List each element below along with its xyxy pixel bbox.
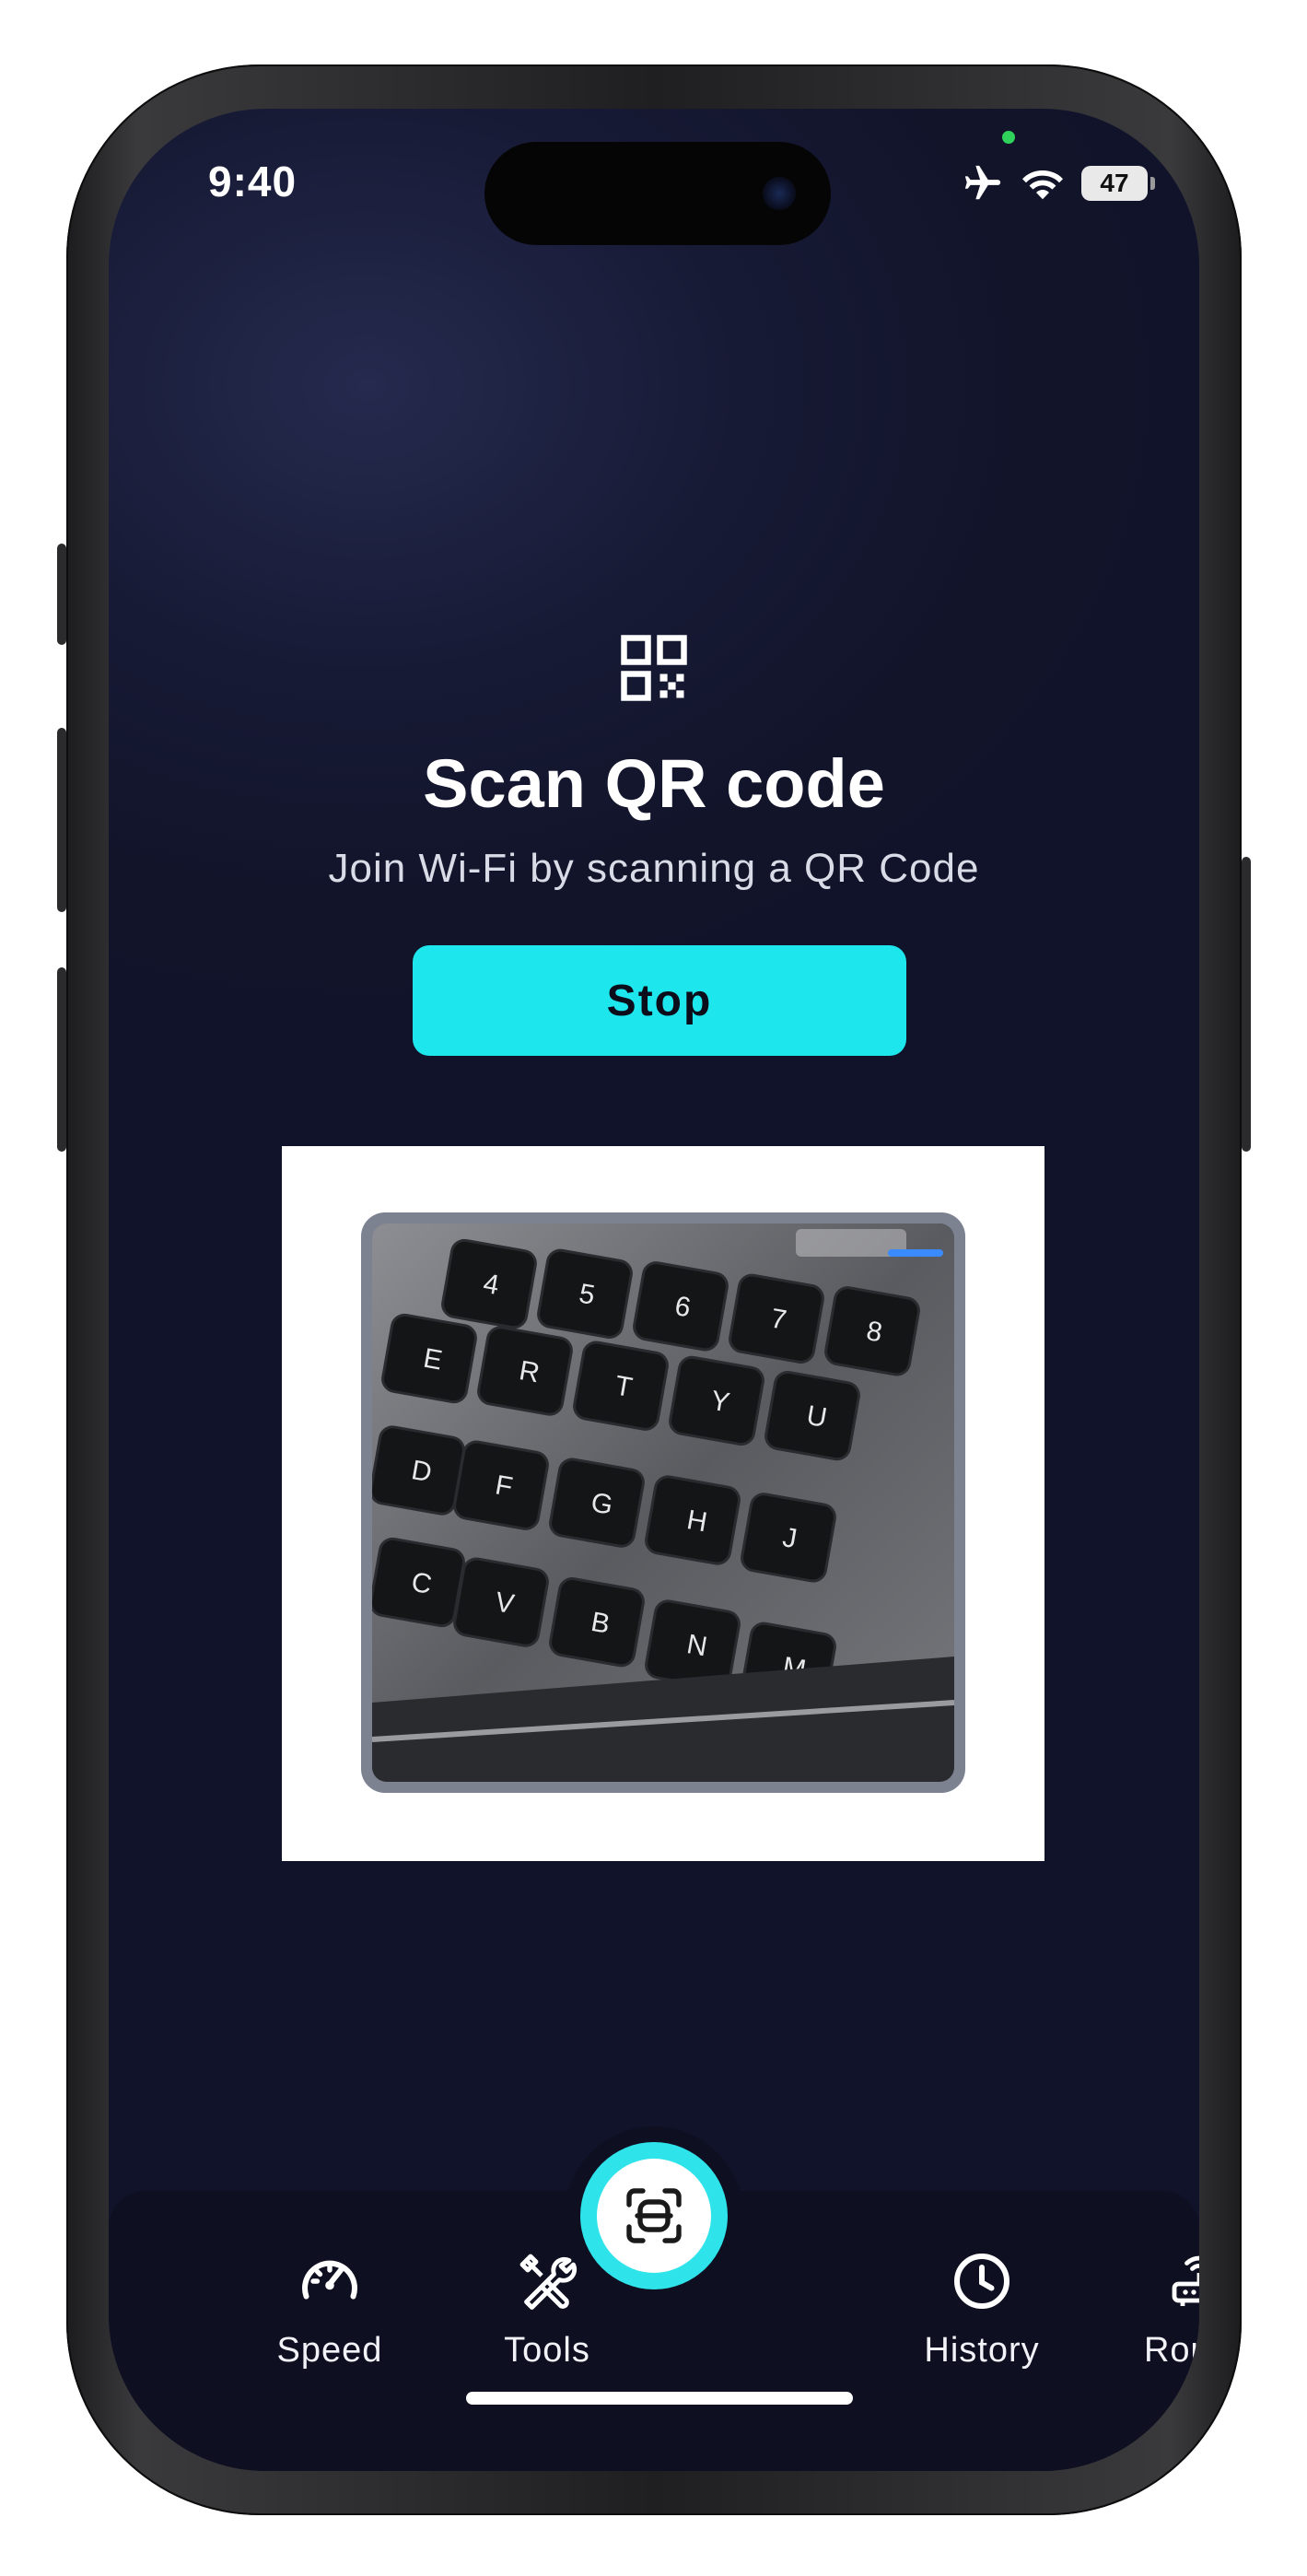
power-button (1242, 857, 1251, 1152)
keyboard-key: J (741, 1493, 836, 1583)
battery-level: 47 (1100, 169, 1129, 197)
battery-icon: 47 (1081, 166, 1155, 201)
keyboard-key: E (381, 1313, 477, 1404)
router-icon (1172, 2255, 1199, 2306)
tab-router[interactable]: Router (1098, 2248, 1199, 2371)
tab-speed[interactable]: Speed (228, 2248, 431, 2371)
tab-router-label: Router (1143, 2331, 1199, 2370)
scan-icon (626, 2188, 682, 2243)
keyboard-key: T (573, 1341, 669, 1431)
keyboard-key: 8 (824, 1286, 920, 1376)
status-icons: 47 (962, 162, 1155, 205)
keyboard-key: V (453, 1557, 549, 1647)
volume-down-button (57, 967, 66, 1152)
page-subtitle: Join Wi-Fi by scanning a QR Code (328, 846, 980, 891)
keyboard-key: Y (669, 1355, 764, 1446)
dynamic-island (484, 142, 831, 245)
action-button (57, 544, 66, 645)
speedometer-icon (302, 2260, 357, 2300)
status-time: 9:40 (208, 158, 298, 205)
airplane-icon (964, 165, 1001, 200)
keyboard-key: 4 (441, 1238, 537, 1329)
tab-speed-label: Speed (276, 2331, 383, 2370)
tools-icon (519, 2254, 578, 2310)
tab-tools-label: Tools (504, 2331, 590, 2370)
keyboard-key: G (549, 1458, 645, 1548)
page-title: Scan QR code (423, 745, 885, 822)
scan-button-inner (597, 2159, 711, 2273)
keyboard-key: 5 (537, 1248, 633, 1339)
tab-history-label: History (924, 2331, 1040, 2370)
keyboard-key: C (372, 1537, 465, 1628)
keyboard-key: H (645, 1475, 741, 1565)
keyboard-key: U (764, 1370, 860, 1461)
scan-button[interactable] (580, 2142, 728, 2289)
keyboard-key: D (372, 1425, 465, 1516)
stop-button[interactable]: Stop (413, 945, 906, 1056)
volume-up-button (57, 728, 66, 912)
keyboard-key: B (549, 1577, 645, 1668)
keyboard-image: 4 5 6 7 8E R T Y UD FGHJCVBNM (372, 1224, 954, 1782)
camera-lens (763, 177, 796, 210)
camera-in-use-indicator (1002, 131, 1015, 144)
home-indicator[interactable] (466, 2392, 853, 2405)
clock-icon (954, 2254, 1009, 2309)
keyboard-key: R (477, 1326, 573, 1416)
app-screen: 9:40 47 Scan QR code Join Wi-Fi by scann… (109, 109, 1199, 2471)
keyboard-key: F (453, 1440, 549, 1530)
qr-code-icon (621, 635, 687, 701)
camera-frame[interactable]: 45678ERTYUDFGHJCVBNM (361, 1212, 965, 1793)
tab-history[interactable]: History (881, 2248, 1083, 2371)
keyboard-key: 7 (729, 1273, 824, 1364)
camera-preview: 45678ERTYUDFGHJCVBNM (372, 1224, 954, 1782)
scanner-panel: 45678ERTYUDFGHJCVBNM (282, 1146, 1044, 1861)
keyboard-key: 6 (633, 1261, 729, 1352)
wifi-icon (1022, 170, 1063, 200)
